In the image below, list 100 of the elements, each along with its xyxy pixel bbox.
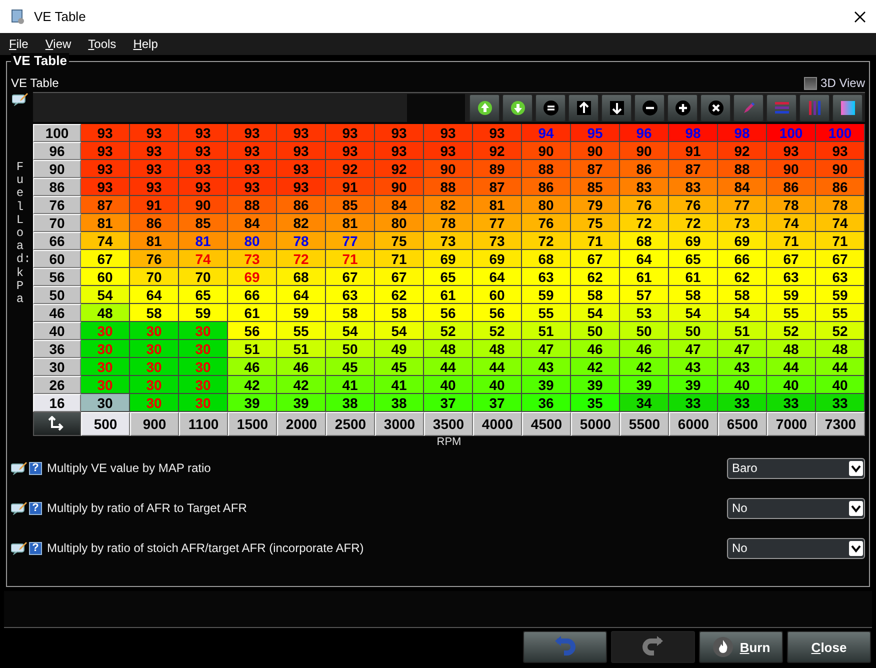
table-cell[interactable]: 54 [669,304,718,322]
table-cell[interactable]: 42 [571,358,620,376]
column-header[interactable]: 1500 [228,412,277,436]
table-cell[interactable]: 84 [375,196,424,214]
table-cell[interactable]: 73 [424,232,473,250]
burn-button[interactable]: Burn [699,631,783,663]
table-cell[interactable]: 93 [179,160,228,178]
table-cell[interactable]: 63 [816,268,865,286]
table-cell[interactable]: 92 [375,160,424,178]
table-cell[interactable]: 90 [620,142,669,160]
table-cell[interactable]: 33 [767,394,816,412]
table-cell[interactable]: 55 [522,304,571,322]
close-icon[interactable] [854,10,866,22]
table-cell[interactable]: 67 [816,250,865,268]
table-cell[interactable]: 71 [375,250,424,268]
table-cell[interactable]: 86 [130,214,179,232]
table-cell[interactable]: 59 [816,286,865,304]
table-cell[interactable]: 87 [81,196,130,214]
table-cell[interactable]: 40 [424,376,473,394]
table-cell[interactable]: 91 [326,178,375,196]
table-cell[interactable]: 84 [718,178,767,196]
table-cell[interactable]: 75 [375,232,424,250]
table-cell[interactable]: 50 [620,322,669,340]
table-cell[interactable]: 89 [473,160,522,178]
table-cell[interactable]: 68 [522,250,571,268]
column-header[interactable]: 6000 [669,412,718,436]
row-header[interactable]: 66 [33,232,81,250]
dropdown[interactable]: Baro [727,458,865,478]
table-cell[interactable]: 93 [179,124,228,142]
plus-button[interactable] [667,94,698,122]
close-button[interactable]: Close [787,631,871,663]
table-cell[interactable]: 78 [767,196,816,214]
table-cell[interactable]: 85 [571,178,620,196]
table-cell[interactable]: 44 [473,358,522,376]
table-cell[interactable]: 68 [277,268,326,286]
column-header[interactable]: 2000 [277,412,326,436]
table-cell[interactable]: 78 [277,232,326,250]
table-cell[interactable]: 34 [620,394,669,412]
table-cell[interactable]: 64 [473,268,522,286]
column-header[interactable]: 4000 [473,412,522,436]
table-cell[interactable]: 84 [228,214,277,232]
table-cell[interactable]: 44 [816,358,865,376]
table-cell[interactable]: 85 [179,214,228,232]
row-header[interactable]: 50 [33,286,81,304]
table-cell[interactable]: 77 [473,214,522,232]
table-cell[interactable]: 90 [522,142,571,160]
table-cell[interactable]: 93 [277,160,326,178]
table-cell[interactable]: 74 [816,214,865,232]
table-cell[interactable]: 93 [767,142,816,160]
table-cell[interactable]: 54 [81,286,130,304]
menu-item[interactable]: View [45,37,72,51]
table-cell[interactable]: 52 [767,322,816,340]
table-cell[interactable]: 62 [375,286,424,304]
table-cell[interactable]: 93 [326,124,375,142]
table-cell[interactable]: 38 [326,394,375,412]
table-cell[interactable]: 76 [130,250,179,268]
table-cell[interactable]: 93 [326,142,375,160]
arrow-down-circle-button[interactable] [502,94,533,122]
table-cell[interactable]: 54 [718,304,767,322]
table-cell[interactable]: 93 [228,124,277,142]
menu-item[interactable]: Tools [88,37,116,51]
table-cell[interactable]: 60 [81,268,130,286]
table-cell[interactable]: 86 [522,178,571,196]
table-cell[interactable]: 48 [816,340,865,358]
table-cell[interactable]: 70 [130,268,179,286]
column-header[interactable]: 7000 [767,412,816,436]
table-cell[interactable]: 33 [718,394,767,412]
arrow-up-button[interactable] [568,94,599,122]
table-cell[interactable]: 50 [571,322,620,340]
table-cell[interactable]: 90 [424,160,473,178]
table-cell[interactable]: 93 [424,124,473,142]
table-cell[interactable]: 69 [669,232,718,250]
table-cell[interactable]: 87 [473,178,522,196]
table-cell[interactable]: 77 [718,196,767,214]
table-cell[interactable]: 78 [424,214,473,232]
table-cell[interactable]: 40 [718,376,767,394]
row-header[interactable]: 70 [33,214,81,232]
table-cell[interactable]: 74 [767,214,816,232]
table-cell[interactable]: 81 [81,214,130,232]
row-header[interactable]: 30 [33,358,81,376]
row-header[interactable]: 86 [33,178,81,196]
column-header[interactable]: 5000 [571,412,620,436]
table-cell[interactable]: 76 [620,196,669,214]
table-cell[interactable]: 93 [81,142,130,160]
help-icon[interactable]: ? [29,502,42,514]
row-header[interactable]: 40 [33,322,81,340]
table-cell[interactable]: 93 [816,142,865,160]
table-cell[interactable]: 58 [571,286,620,304]
table-cell[interactable]: 69 [228,268,277,286]
table-cell[interactable]: 54 [326,322,375,340]
table-cell[interactable]: 93 [130,178,179,196]
table-cell[interactable]: 59 [277,304,326,322]
table-cell[interactable]: 61 [620,268,669,286]
table-cell[interactable]: 48 [424,340,473,358]
table-cell[interactable]: 72 [669,214,718,232]
table-cell[interactable]: 93 [375,124,424,142]
table-cell[interactable]: 44 [767,358,816,376]
table-cell[interactable]: 33 [669,394,718,412]
equals-button[interactable] [535,94,566,122]
table-cell[interactable]: 81 [326,214,375,232]
